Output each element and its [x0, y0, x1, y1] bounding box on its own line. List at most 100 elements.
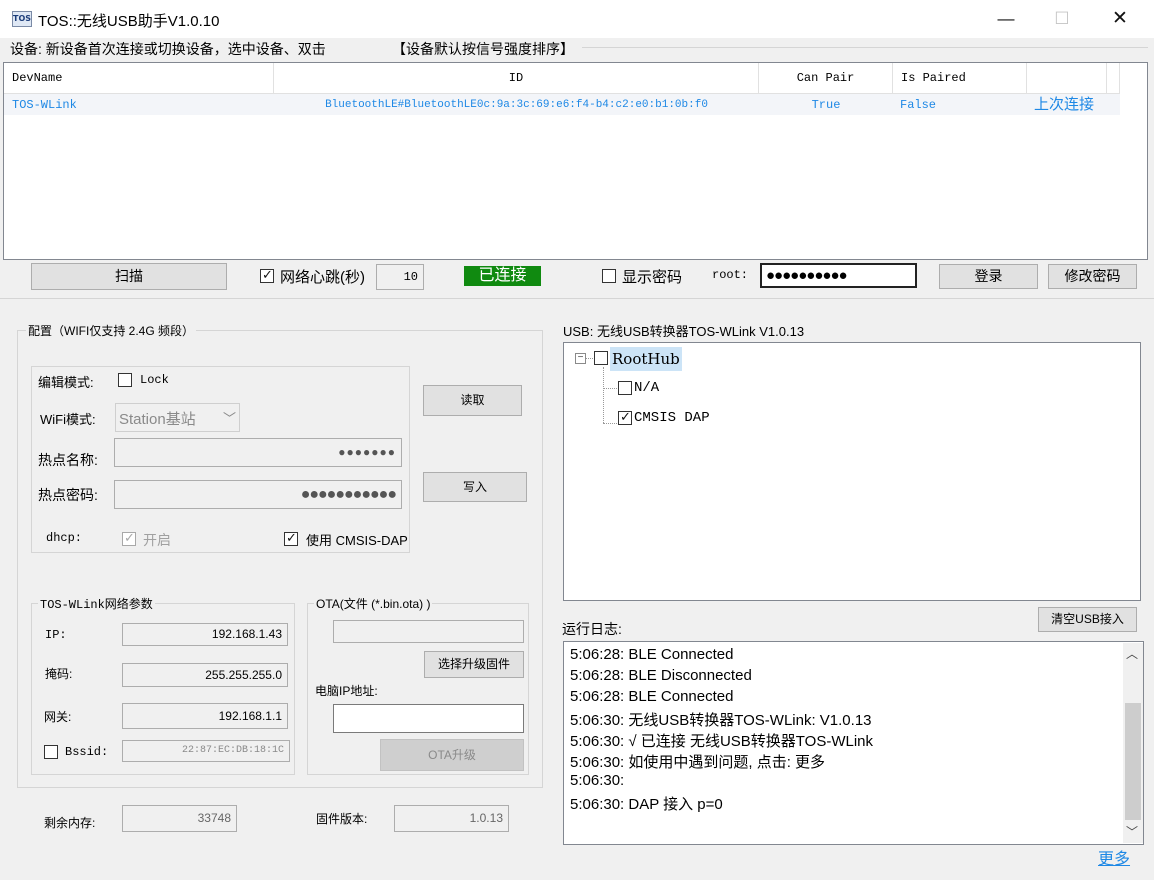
- mask-field[interactable]: 255.255.255.0: [122, 663, 288, 687]
- gateway-field[interactable]: 192.168.1.1: [122, 703, 288, 729]
- scan-button[interactable]: 扫描: [31, 263, 227, 290]
- log-line: 5:06:30: √ 已连接 无线USB转换器TOS-WLink: [570, 733, 874, 750]
- cmsis-dap-node[interactable]: CMSIS DAP: [634, 410, 710, 426]
- root-label: root:: [712, 268, 749, 282]
- minimize-button[interactable]: —: [978, 0, 1034, 38]
- app-icon: TOS: [12, 11, 32, 27]
- pc-ip-input[interactable]: [333, 704, 524, 733]
- bssid-field[interactable]: 22:87:EC:DB:18:1C: [122, 740, 290, 762]
- wifi-mode-value: Station基站: [119, 411, 196, 428]
- login-button[interactable]: 登录: [939, 264, 1038, 289]
- tree-line: [603, 367, 604, 423]
- bssid-checkbox[interactable]: [44, 745, 58, 759]
- log-line: 5:06:30:: [570, 772, 625, 789]
- ssid-label: 热点名称:: [38, 452, 98, 468]
- heartbeat-checkbox[interactable]: [260, 267, 274, 283]
- log-line: 5:06:30: 如使用中遇到问题, 点击: 更多: [570, 754, 826, 771]
- na-node[interactable]: N/A: [634, 380, 659, 396]
- more-link[interactable]: 更多: [1098, 845, 1130, 869]
- row-devname[interactable]: TOS-WLink: [12, 95, 77, 115]
- bssid-label: Bssid:: [65, 745, 109, 759]
- column-header-id[interactable]: ID: [274, 63, 759, 94]
- close-button[interactable]: ✕: [1092, 0, 1148, 38]
- log-line: 5:06:30: 无线USB转换器TOS-WLink: V1.0.13: [570, 712, 872, 729]
- heartbeat-seconds-input[interactable]: 10: [376, 264, 424, 290]
- log-scrollbar[interactable]: ︿ ﹀: [1123, 643, 1143, 843]
- scroll-down-icon[interactable]: ﹀: [1126, 823, 1138, 840]
- mask-label: 掩码:: [45, 667, 73, 681]
- wifi-password-input[interactable]: ●●●●●●●●●●●: [114, 480, 402, 509]
- divider: [582, 47, 1148, 48]
- ip-field[interactable]: 192.168.1.43: [122, 623, 288, 646]
- column-header-spacer: [1107, 63, 1120, 94]
- column-header-can-pair[interactable]: Can Pair: [759, 63, 893, 94]
- log-line: 5:06:30: DAP 接入 p=0: [570, 796, 723, 813]
- firmware-version-field[interactable]: 1.0.13: [394, 805, 509, 832]
- wifi-mode-select[interactable]: Station基站 ﹀: [115, 403, 240, 432]
- change-password-button[interactable]: 修改密码: [1048, 264, 1137, 289]
- read-button[interactable]: 读取: [423, 385, 522, 416]
- use-cmsis-label: 使用 CMSIS-DAP: [306, 533, 408, 548]
- free-memory-label: 剩余内存:: [44, 816, 96, 830]
- ota-legend: OTA(文件 (*.bin.ota) ): [314, 595, 433, 612]
- cmsis-dap-checkbox[interactable]: [618, 409, 632, 425]
- usb-title: USB: 无线USB转换器TOS-WLink V1.0.13: [563, 324, 805, 339]
- lock-checkbox[interactable]: [118, 373, 132, 387]
- tree-line: [603, 423, 617, 424]
- collapse-icon[interactable]: −: [575, 353, 586, 364]
- usb-tree[interactable]: − RootHub N/A CMSIS DAP: [563, 342, 1141, 601]
- pc-ip-label: 电脑IP地址:: [315, 684, 378, 698]
- device-hint: 设备: 新设备首次连接或切换设备，选中设备、双击: [10, 41, 326, 57]
- write-button[interactable]: 写入: [423, 472, 527, 502]
- firmware-version-label: 固件版本:: [316, 812, 368, 826]
- tree-line: [603, 388, 617, 389]
- log-line: 5:06:28: BLE Disconnected: [570, 667, 752, 684]
- config-legend: 配置（WIFI仅支持 2.4G 频段）: [26, 322, 197, 339]
- root-password-input[interactable]: ●●●●●●●●●●: [760, 263, 917, 288]
- log-box[interactable]: 5:06:28: BLE Connected 5:06:28: BLE Disc…: [563, 641, 1144, 845]
- edit-mode-label: 编辑模式:: [38, 375, 94, 390]
- row-last-connected[interactable]: 上次连接: [1034, 95, 1094, 115]
- clear-usb-button[interactable]: 清空USB接入: [1038, 607, 1137, 632]
- column-header-devname[interactable]: DevName: [4, 63, 274, 94]
- lock-label: Lock: [140, 373, 169, 387]
- title-bar: TOS TOS::无线USB助手V1.0.10 — ☐ ✕: [0, 0, 1154, 38]
- column-header-extra[interactable]: [1027, 63, 1107, 94]
- scroll-up-icon[interactable]: ︿: [1126, 645, 1138, 662]
- select-firmware-button[interactable]: 选择升级固件: [424, 651, 524, 678]
- gateway-label: 网关:: [44, 710, 72, 724]
- log-line: 5:06:28: BLE Connected: [570, 646, 734, 663]
- wifi-password-label: 热点密码:: [38, 487, 98, 503]
- row-id[interactable]: BluetoothLE#BluetoothLE0c:9a:3c:69:e6:f4…: [274, 95, 759, 115]
- network-params-legend: TOS-WLink网络参数: [38, 595, 155, 612]
- dhcp-option-label: 开启: [143, 532, 171, 548]
- ota-upgrade-button[interactable]: OTA升级: [380, 739, 524, 771]
- show-password-checkbox[interactable]: [602, 269, 616, 283]
- roothub-node[interactable]: RootHub: [610, 347, 682, 371]
- divider: [0, 298, 1154, 299]
- log-label: 运行日志:: [562, 621, 622, 637]
- dhcp-label: dhcp:: [46, 531, 83, 545]
- ssid-input[interactable]: ●●●●●●●: [114, 438, 402, 467]
- sort-hint: 【设备默认按信号强度排序】: [392, 41, 574, 57]
- tree-line: [586, 358, 593, 359]
- ota-file-input[interactable]: [333, 620, 524, 643]
- column-header-is-paired[interactable]: Is Paired: [893, 63, 1027, 94]
- heartbeat-label: 网络心跳(秒): [280, 269, 365, 286]
- chevron-down-icon: ﹀: [223, 411, 237, 426]
- wifi-mode-label: WiFi模式:: [40, 412, 96, 427]
- log-line: 5:06:28: BLE Connected: [570, 688, 734, 705]
- row-can-pair[interactable]: True: [759, 95, 893, 115]
- show-password-label: 显示密码: [622, 269, 683, 286]
- device-table[interactable]: DevName ID Can Pair Is Paired TOS-WLink …: [3, 62, 1148, 260]
- window-title: TOS::无线USB助手V1.0.10: [38, 13, 220, 30]
- dhcp-checkbox[interactable]: [122, 530, 136, 546]
- scrollbar-thumb[interactable]: [1125, 703, 1141, 820]
- na-checkbox[interactable]: [618, 381, 632, 395]
- row-is-paired[interactable]: False: [900, 95, 936, 115]
- free-memory-field[interactable]: 33748: [122, 805, 237, 832]
- roothub-checkbox[interactable]: [594, 351, 608, 365]
- maximize-button[interactable]: ☐: [1034, 0, 1090, 38]
- connection-status-badge: 已连接: [464, 266, 541, 286]
- use-cmsis-checkbox[interactable]: [284, 530, 298, 546]
